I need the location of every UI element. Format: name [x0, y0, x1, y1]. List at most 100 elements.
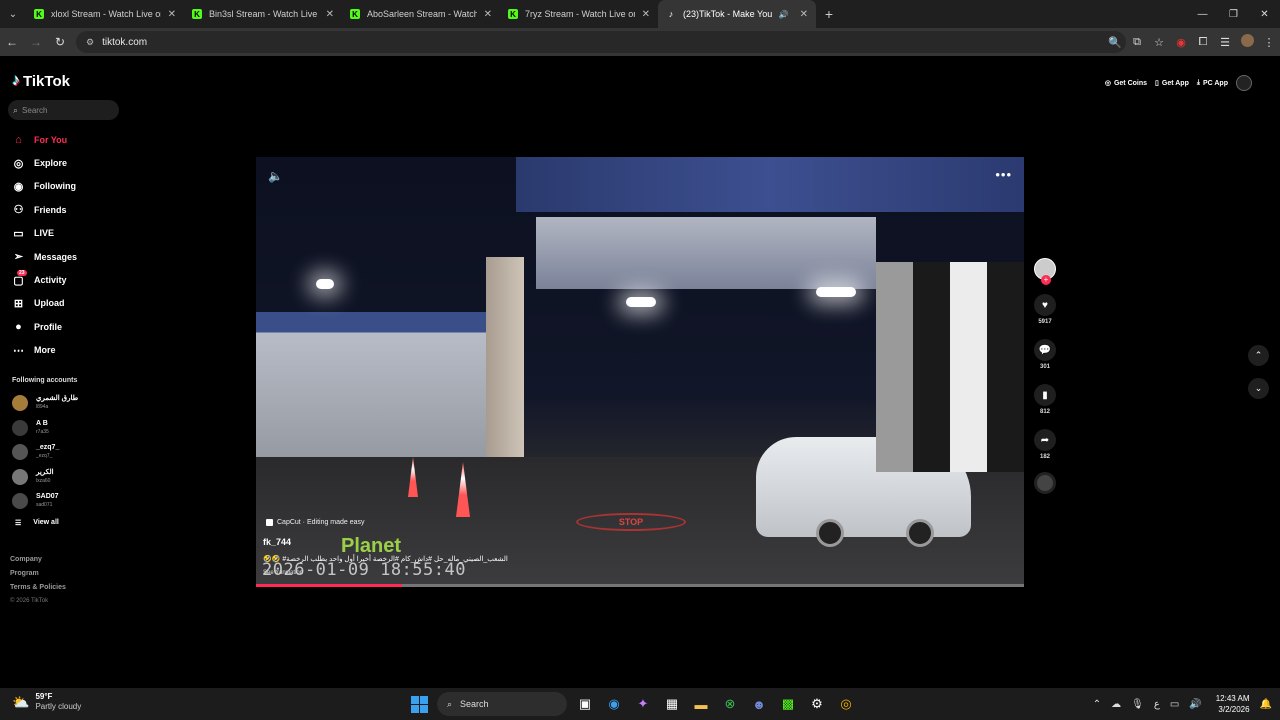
microphone-icon[interactable]: 🎙: [1131, 699, 1144, 710]
search-input[interactable]: [22, 105, 113, 115]
nav-more[interactable]: ⋯ More: [12, 339, 77, 362]
extensions-puzzle-icon[interactable]: ⧠: [1192, 36, 1214, 49]
get-coins-button[interactable]: ◎ Get Coins: [1105, 79, 1147, 88]
get-app-button[interactable]: ▯ Get App: [1155, 79, 1189, 88]
store-icon[interactable]: ▦: [661, 693, 683, 715]
file-explorer-icon[interactable]: ▬: [690, 693, 712, 715]
tab-close-icon[interactable]: ✕: [168, 9, 176, 20]
xbox-icon[interactable]: ⊗: [719, 693, 741, 715]
clock[interactable]: 12:43 AM 3/2/2026: [1216, 693, 1250, 715]
settings-gear-icon[interactable]: ⚙: [806, 693, 828, 715]
copilot-icon[interactable]: ✦: [632, 693, 654, 715]
close-window-icon[interactable]: ✕: [1249, 0, 1280, 28]
search-box[interactable]: ⌕: [8, 100, 119, 120]
share-button[interactable]: ➦ 182: [1034, 429, 1056, 460]
video-progress-bar[interactable]: [256, 584, 1024, 587]
notifications-icon[interactable]: 🔔: [1260, 699, 1272, 710]
reading-list-icon[interactable]: ☰: [1214, 36, 1236, 49]
start-windows-icon[interactable]: [408, 693, 430, 715]
speaker-icon[interactable]: 🔊: [1189, 699, 1201, 710]
footer-terms-link[interactable]: Terms & Policies: [10, 584, 66, 598]
save-button[interactable]: ▮ 812: [1034, 384, 1056, 415]
pc-app-button[interactable]: ⤓ PC App: [1197, 79, 1228, 87]
browser-tab[interactable]: K xloxl Stream - Watch Live on Ki ✕: [26, 0, 184, 28]
network-icon[interactable]: ▭: [1170, 699, 1179, 710]
reload-icon[interactable]: ↻: [48, 28, 72, 56]
next-video-icon[interactable]: ⌄: [1248, 378, 1269, 399]
back-icon[interactable]: ←: [0, 28, 24, 56]
browser-menu-icon[interactable]: ⋮: [1258, 36, 1280, 49]
install-app-icon[interactable]: ⧉: [1126, 36, 1148, 49]
nav-live[interactable]: ▭ LIVE: [12, 222, 77, 245]
more-options-icon[interactable]: •••: [995, 167, 1012, 182]
edge-browser-icon[interactable]: ◉: [603, 693, 625, 715]
scene-light: [626, 297, 656, 307]
bookmark-star-icon[interactable]: ☆: [1148, 36, 1170, 49]
follow-plus-icon[interactable]: +: [1041, 275, 1051, 285]
chrome-icon[interactable]: ◎: [835, 693, 857, 715]
nav-upload[interactable]: ⊞ Upload: [12, 292, 77, 315]
nav-label: Messages: [34, 251, 78, 262]
previous-video-icon[interactable]: ⌃: [1248, 345, 1269, 366]
browser-tab-active[interactable]: ♪ (23)TikTok - Make Your Day 🔊 ✕: [658, 0, 816, 28]
like-button[interactable]: ♥ 5917: [1034, 294, 1056, 325]
forward-icon[interactable]: →: [24, 28, 48, 56]
nav-for-you[interactable]: ⌂ For You: [12, 128, 77, 151]
music-disc-icon[interactable]: [1034, 472, 1056, 494]
browser-tab-bar: ⌄ K xloxl Stream - Watch Live on Ki ✕ K …: [0, 0, 1280, 28]
site-info-icon[interactable]: ⚙: [86, 37, 94, 48]
tab-audio-icon[interactable]: 🔊: [779, 10, 789, 19]
kick-app-icon[interactable]: ▩: [777, 693, 799, 715]
browser-tab[interactable]: K Bin3sl Stream - Watch Live on K ✕: [184, 0, 342, 28]
tab-close-icon[interactable]: ✕: [642, 9, 650, 20]
search-icon: ⌕: [447, 698, 453, 709]
footer-program-link[interactable]: Program: [10, 570, 66, 584]
following-account[interactable]: A Br7a35: [12, 416, 78, 441]
weather-widget[interactable]: ⛅ 59°F Partly cloudy: [12, 692, 81, 712]
see-translation-link[interactable]: See translation: [263, 570, 303, 576]
tab-search-chevron-icon[interactable]: ⌄: [0, 0, 26, 28]
nav-label: Profile: [34, 321, 63, 332]
language-indicator[interactable]: ع: [1154, 699, 1160, 710]
following-account[interactable]: الكرير lxza60: [12, 465, 78, 490]
nav-profile[interactable]: ● Profile: [12, 315, 77, 338]
profile-avatar-button[interactable]: [1236, 75, 1252, 91]
tiktok-logo[interactable]: ♪ TikTok: [12, 72, 70, 90]
onedrive-icon[interactable]: ☁: [1111, 699, 1121, 710]
following-account[interactable]: طارق الشمري l894a: [12, 391, 78, 416]
zoom-icon[interactable]: 🔍: [1104, 36, 1126, 49]
account-name: طارق الشمري: [36, 395, 79, 403]
browser-tab[interactable]: K AboSarleen Stream - Watch Live ✕: [342, 0, 500, 28]
tab-close-icon[interactable]: ✕: [800, 9, 808, 20]
nav-following[interactable]: ◉ Following: [12, 175, 77, 198]
extension-icon[interactable]: ◉: [1170, 36, 1192, 49]
following-account[interactable]: SAD07 sad071: [12, 489, 78, 514]
tab-title: 7ryz Stream - Watch Live on Kic: [525, 9, 635, 19]
url-field[interactable]: ⚙ tiktok.com: [76, 31, 1126, 53]
discord-icon[interactable]: ☻: [748, 693, 770, 715]
volume-icon[interactable]: 🔈: [268, 169, 283, 183]
taskbar-search[interactable]: ⌕ Search: [437, 692, 567, 716]
new-tab-button[interactable]: +: [816, 6, 842, 22]
tab-close-icon[interactable]: ✕: [326, 9, 334, 20]
comment-button[interactable]: 💬 301: [1034, 339, 1056, 370]
video-player[interactable]: STOP 🔈 ••• CapCut · Editing made easy Pl…: [256, 157, 1024, 587]
footer-company-link[interactable]: Company: [10, 556, 66, 570]
minimize-icon[interactable]: —: [1187, 0, 1218, 28]
nav-explore[interactable]: ◎ Explore: [12, 151, 77, 174]
task-view-icon[interactable]: ▣: [574, 693, 596, 715]
restore-icon[interactable]: ❐: [1218, 0, 1249, 28]
nav-activity[interactable]: ▢ 23 Activity: [12, 268, 77, 291]
nav-friends[interactable]: ⚇ Friends: [12, 198, 77, 221]
capcut-tag[interactable]: CapCut · Editing made easy: [266, 519, 365, 526]
video-author[interactable]: fk_744: [263, 537, 291, 547]
nav-messages[interactable]: ➢ Messages: [12, 245, 77, 268]
creator-avatar[interactable]: +: [1034, 258, 1056, 285]
browser-tab[interactable]: K 7ryz Stream - Watch Live on Kic ✕: [500, 0, 658, 28]
stop-road-marking: STOP: [576, 513, 686, 531]
profile-avatar-icon[interactable]: [1236, 34, 1258, 50]
following-account[interactable]: _ezq7_ _ezq7_: [12, 440, 78, 465]
tab-close-icon[interactable]: ✕: [484, 9, 492, 20]
tray-overflow-icon[interactable]: ⌃: [1093, 699, 1101, 710]
view-all-link[interactable]: ☰ View all: [12, 514, 78, 532]
